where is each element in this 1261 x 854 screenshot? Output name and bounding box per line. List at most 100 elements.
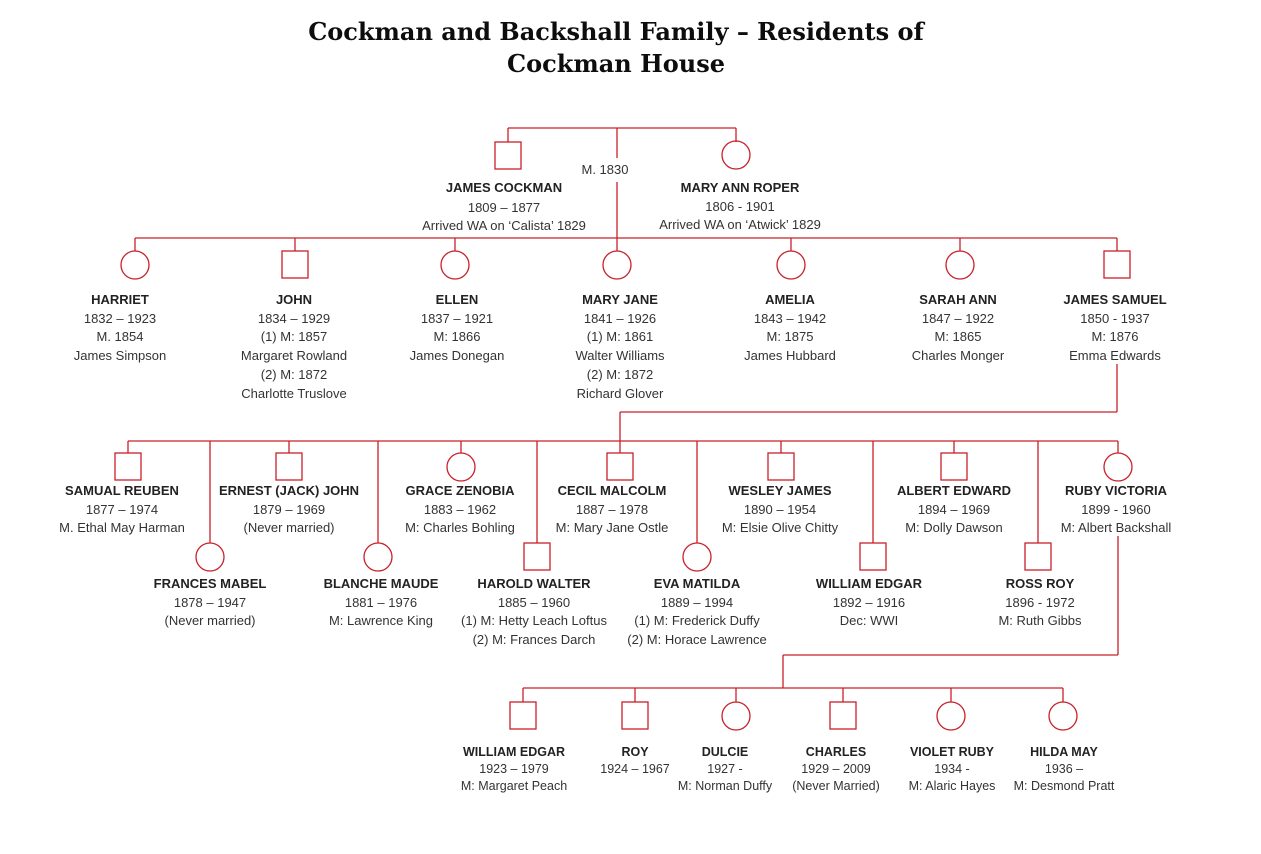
person-detail: M: Mary Jane Ostle xyxy=(555,520,669,536)
male-square-icon xyxy=(829,701,857,730)
gen3-person-11: ROSS ROY 1896 - 1972 M: Ruth Gibbs xyxy=(998,575,1081,631)
person-detail: M: 1865 xyxy=(934,329,982,345)
person-detail: M: Ruth Gibbs xyxy=(998,613,1082,629)
gen3-person-3: BLANCHE MAUDE 1881 – 1976 M: Lawrence King xyxy=(324,575,439,631)
female-circle-icon xyxy=(721,140,751,170)
person-dates: 1929 – 2009 xyxy=(801,762,871,776)
person-detail: (1) M: Frederick Duffy xyxy=(634,613,760,629)
person-detail: M: 1875 xyxy=(766,329,814,345)
person-name: AMELIA xyxy=(765,292,815,307)
person-dates: 1883 – 1962 xyxy=(423,501,497,517)
person-name: JAMES COCKMAN xyxy=(445,180,563,195)
male-square-icon xyxy=(114,452,142,481)
person-dates: 1934 - xyxy=(934,762,970,776)
person-name: ERNEST (JACK) JOHN xyxy=(218,483,360,498)
gen3-person-4: GRACE ZENOBIA 1883 – 1962 M: Charles Bohli… xyxy=(405,482,515,538)
person-name: RUBY VICTORIA xyxy=(1064,483,1168,498)
person-dates: 1894 – 1969 xyxy=(917,501,991,517)
person-dates: 1881 – 1976 xyxy=(344,594,418,610)
person-detail: Margaret Rowland xyxy=(240,348,348,364)
person-name: SARAH ANN xyxy=(919,292,997,307)
person-dates: 1879 – 1969 xyxy=(252,501,326,517)
person-name: WESLEY JAMES xyxy=(728,483,832,498)
female-circle-icon xyxy=(776,250,806,280)
person-detail: Walter Williams xyxy=(575,348,665,364)
person-name: MARY JANE xyxy=(582,292,658,307)
female-circle-icon xyxy=(446,452,476,482)
gen3-person-12: RUBY VICTORIA 1899 - 1960 M: Albert Backsh… xyxy=(1061,482,1172,538)
gen3-person-2: ERNEST (JACK) JOHN 1879 – 1969 (Never marr… xyxy=(219,482,359,538)
gen4-person-2: DULCIE 1927 - M: Norman Duffy xyxy=(678,744,772,795)
male-square-icon xyxy=(859,542,887,571)
person-name: VIOLET RUBY xyxy=(909,745,995,759)
gen2-person-1: JOHN 1834 – 1929 (1) M: 1857 Margaret Rowla… xyxy=(241,291,347,403)
person-detail: Emma Edwards xyxy=(1069,348,1161,364)
person-dates: 1877 – 1974 xyxy=(85,501,159,517)
person-detail: James Donegan xyxy=(409,348,505,364)
person-dates: 1887 – 1978 xyxy=(575,501,649,517)
person-detail: (Never married) xyxy=(243,520,335,536)
person-detail: Dec: WWI xyxy=(839,613,899,629)
person-name: GRACE ZENOBIA xyxy=(405,483,515,498)
person-name: SAMUAL REUBEN xyxy=(65,483,179,498)
gen4-person-0: WILLIAM EDGAR 1923 – 1979 M: Margaret Peac… xyxy=(461,744,567,795)
person-name: CHARLES xyxy=(805,745,867,759)
person-detail: James Simpson xyxy=(73,348,167,364)
person-detail: (1) M: 1861 xyxy=(586,329,654,345)
person-detail: M: Desmond Pratt xyxy=(1013,779,1115,793)
person-detail: M: Alaric Hayes xyxy=(908,779,996,793)
gen3-person-7: EVA MATILDA 1889 – 1994 (1) M: Frederick D… xyxy=(627,575,766,650)
female-circle-icon xyxy=(1103,452,1133,482)
gen2-person-4: AMELIA 1843 – 1942 M: 1875 James Hubbard xyxy=(744,291,836,366)
gen4-person-3: CHARLES 1929 – 2009 (Never Married) xyxy=(792,744,880,795)
person-detail: Arrived WA on ‘Atwick’ 1829 xyxy=(659,217,821,233)
gen3-person-8: WESLEY JAMES 1890 – 1954 M: Elsie Olive Ch… xyxy=(722,482,838,538)
male-square-icon xyxy=(767,452,795,481)
person-detail: M: Elsie Olive Chitty xyxy=(721,520,839,536)
gen4-person-5: HILDA MAY 1936 – M: Desmond Pratt xyxy=(1014,744,1115,795)
person-detail: (2) M: Frances Darch xyxy=(472,632,596,648)
female-circle-icon xyxy=(195,542,225,572)
person-dates: 1834 – 1929 xyxy=(257,310,331,326)
person-detail: (1) M: 1857 xyxy=(260,329,328,345)
gen3-person-5: HAROLD WALTER 1885 – 1960 (1) M: Hetty Lea… xyxy=(461,575,607,650)
gen3-person-0: SAMUAL REUBEN 1877 – 1974 M. Ethal May Har… xyxy=(59,482,185,538)
gen4-person-4: VIOLET RUBY 1934 - M: Alaric Hayes xyxy=(909,744,996,795)
person-detail: M: Lawrence King xyxy=(328,613,434,629)
male-square-icon xyxy=(606,452,634,481)
person-detail: (Never Married) xyxy=(792,779,880,793)
person-detail: (Never married) xyxy=(164,613,256,629)
female-circle-icon xyxy=(602,250,632,280)
person-detail: M. Ethal May Harman xyxy=(59,520,185,536)
founder-wife-label: MARY ANN ROPER 1806 - 1901 Arrived WA on ‘… xyxy=(659,179,821,235)
female-circle-icon xyxy=(363,542,393,572)
family-tree-connectors xyxy=(114,127,1133,731)
gen3-person-6: CECIL MALCOLM 1887 – 1978 M: Mary Jane Ost… xyxy=(556,482,669,538)
person-dates: 1847 – 1922 xyxy=(921,310,995,326)
male-square-icon xyxy=(940,452,968,481)
male-square-icon xyxy=(1103,250,1131,279)
female-circle-icon xyxy=(1048,701,1078,731)
person-dates: 1850 - 1937 xyxy=(1080,310,1150,326)
person-dates: 1923 – 1979 xyxy=(479,762,549,776)
person-name: WILLIAM EDGAR xyxy=(815,576,923,591)
person-dates: 1890 – 1954 xyxy=(743,501,817,517)
gen3-person-1: FRANCES MABEL 1878 – 1947 (Never married) xyxy=(154,575,267,631)
person-dates: 1885 – 1960 xyxy=(497,594,571,610)
person-name: HARRIET xyxy=(91,292,149,307)
person-detail: Arrived WA on ‘Calista’ 1829 xyxy=(422,218,586,234)
person-dates: 1936 – xyxy=(1044,762,1084,776)
male-square-icon xyxy=(275,452,303,481)
female-circle-icon xyxy=(682,542,712,572)
person-dates: 1892 – 1916 xyxy=(832,594,906,610)
male-square-icon xyxy=(523,542,551,571)
female-circle-icon xyxy=(440,250,470,280)
person-detail: M: 1866 xyxy=(433,329,481,345)
person-name: HILDA MAY xyxy=(1030,745,1098,759)
person-detail: (1) M: Hetty Leach Loftus xyxy=(461,613,607,629)
female-circle-icon xyxy=(936,701,966,731)
person-detail: M: 1876 xyxy=(1091,329,1139,345)
male-square-icon xyxy=(509,701,537,730)
female-circle-icon xyxy=(120,250,150,280)
person-dates: 1878 – 1947 xyxy=(173,594,247,610)
